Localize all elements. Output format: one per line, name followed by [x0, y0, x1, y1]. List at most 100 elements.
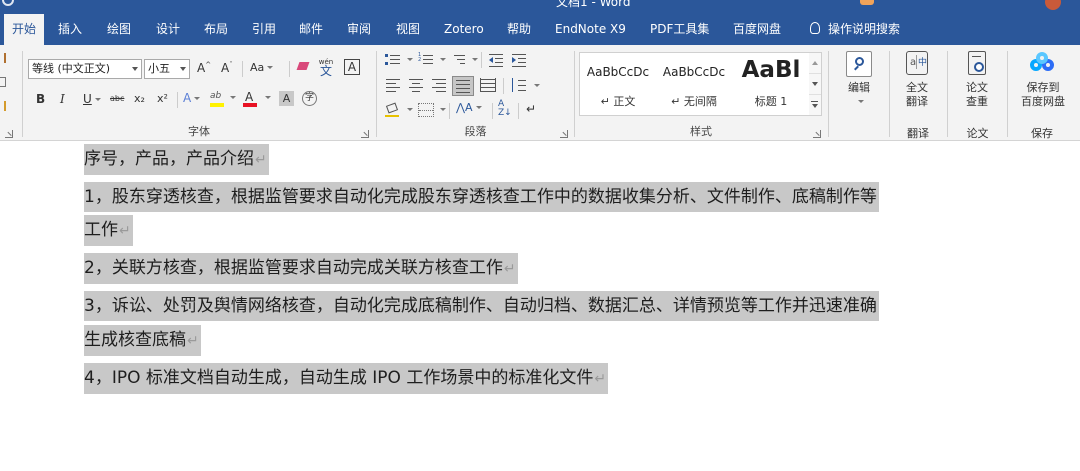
bullets-icon[interactable]: [385, 53, 401, 67]
tab-home[interactable]: 开始: [4, 14, 45, 45]
increase-indent-icon[interactable]: [511, 53, 527, 67]
cut-icon[interactable]: [0, 53, 6, 63]
paper-check-icon: [964, 51, 990, 77]
editing-button[interactable]: 编辑: [830, 49, 888, 109]
chinese-layout-button[interactable]: ⋀A: [456, 101, 482, 114]
justify-icon[interactable]: [452, 76, 474, 96]
shading-icon[interactable]: [385, 102, 401, 117]
notification-icon[interactable]: [860, 0, 874, 5]
font-name-combo[interactable]: 等线 (中文正文): [28, 59, 142, 79]
sort-button[interactable]: A Z↓: [498, 100, 512, 118]
distributed-icon[interactable]: [480, 78, 496, 92]
save-to-baidu-button[interactable]: 保存到 百度网盘: [1010, 49, 1076, 109]
borders-icon[interactable]: [418, 103, 434, 117]
text-effects-icon: A: [183, 91, 192, 105]
italic-button[interactable]: I: [60, 92, 65, 106]
line-spacing-icon[interactable]: [511, 78, 527, 92]
bold-button[interactable]: B: [36, 92, 45, 106]
chevron-down-icon[interactable]: [407, 58, 413, 61]
styles-dialog-launcher-icon[interactable]: [813, 130, 821, 138]
font-color-button[interactable]: A: [243, 90, 271, 108]
grow-font-button[interactable]: A^: [197, 61, 211, 75]
align-left-icon[interactable]: [385, 78, 401, 92]
clear-formatting-button[interactable]: [296, 60, 310, 74]
tab-pdf-tools[interactable]: PDF工具集: [650, 14, 709, 45]
align-center-icon[interactable]: [408, 78, 424, 92]
underline-button[interactable]: U: [83, 92, 101, 106]
tab-references[interactable]: 引用: [252, 14, 276, 45]
avatar[interactable]: [1045, 0, 1061, 10]
align-right-icon[interactable]: [431, 78, 447, 92]
font-group-label: 字体: [188, 125, 210, 138]
divider: [289, 61, 290, 77]
show-marks-button[interactable]: ↵: [526, 102, 536, 116]
chevron-down-icon[interactable]: [440, 108, 446, 111]
chevron-down-icon[interactable]: [472, 58, 478, 61]
superscript-button[interactable]: x²: [157, 92, 168, 105]
tell-me-search[interactable]: 操作说明搜索: [810, 14, 900, 45]
tab-endnote[interactable]: EndNote X9: [555, 14, 626, 45]
paragraph-dialog-launcher-icon[interactable]: [560, 130, 568, 138]
format-painter-icon[interactable]: [0, 101, 6, 111]
full-translate-button[interactable]: a 中 全文 翻译: [886, 49, 948, 109]
divider: [449, 103, 450, 119]
document-line[interactable]: 1，股东穿透核查，根据监管要求自动化完成股东穿透核查工作中的数据收集分析、文件制…: [84, 182, 879, 212]
paragraph-mark-icon: ↵: [119, 223, 131, 239]
chevron-down-icon: [857, 100, 864, 103]
document-line[interactable]: 3，诉讼、处罚及舆情网络核查，自动化完成底稿制作、自动归档、数据汇总、详情预览等…: [84, 291, 879, 321]
tab-view[interactable]: 视图: [396, 14, 420, 45]
document-line[interactable]: 2，关联方核查，根据监管要求自动完成关联方核查工作↵: [84, 253, 518, 284]
character-shading-button[interactable]: A: [279, 91, 294, 106]
tab-draw[interactable]: 绘图: [107, 14, 131, 45]
translate-group-label: 翻译: [907, 127, 929, 140]
chevron-down-icon[interactable]: [407, 108, 413, 111]
save-baidu-label: 保存到 百度网盘: [1021, 81, 1065, 108]
document-line[interactable]: 4，IPO 标准文档自动生成，自动生成 IPO 工作场景中的标准化文件↵: [84, 363, 609, 394]
line-text: 1，股东穿透核查，根据监管要求自动化完成股东穿透核查工作中的数据收集分析、文件制…: [84, 187, 877, 207]
group-divider: [828, 51, 829, 137]
shrink-font-button[interactable]: Aˇ: [221, 61, 233, 75]
ribbon-tab-bar: 开始 插入 绘图 设计 布局 引用 邮件 审阅 视图 Zotero 帮助 End…: [0, 14, 1080, 45]
tab-mailings[interactable]: 邮件: [299, 14, 323, 45]
document-line[interactable]: 序号，产品，产品介绍↵: [84, 144, 269, 175]
character-border-button[interactable]: A: [344, 59, 360, 75]
clipboard-group: [0, 45, 22, 141]
change-case-button[interactable]: Aa: [250, 61, 274, 74]
translate-label: 全文 翻译: [906, 81, 928, 108]
tab-layout[interactable]: 布局: [204, 14, 228, 45]
highlight-swatch: [210, 103, 224, 107]
divider: [518, 103, 519, 119]
paper-check-button[interactable]: 论文 查重: [947, 49, 1007, 109]
tab-insert[interactable]: 插入: [58, 14, 82, 45]
lightbulb-icon: [810, 22, 820, 34]
tab-review[interactable]: 审阅: [347, 14, 371, 45]
document-line[interactable]: 生成核查底稿↵: [84, 325, 201, 356]
eraser-icon: [296, 62, 310, 70]
tab-help[interactable]: 帮助: [507, 14, 531, 45]
autosave-icon[interactable]: [2, 0, 14, 6]
strikethrough-button[interactable]: abc: [110, 94, 124, 103]
subscript-button[interactable]: x₂: [134, 92, 145, 105]
multilevel-list-icon[interactable]: [450, 53, 466, 67]
chevron-down-icon[interactable]: [534, 84, 540, 87]
title-bar: 文档1 - Word: [0, 0, 1080, 14]
shrink-font-icon: A: [221, 61, 230, 75]
copy-icon[interactable]: [0, 77, 6, 87]
highlight-color-button[interactable]: ab: [210, 90, 236, 108]
enclose-characters-button[interactable]: 字: [302, 91, 317, 106]
decrease-indent-icon[interactable]: [488, 53, 504, 67]
phonetic-guide-button[interactable]: wén 文: [317, 58, 335, 77]
font-color-swatch: [243, 103, 257, 107]
tab-design[interactable]: 设计: [156, 14, 180, 45]
document-canvas[interactable]: 序号，产品，产品介绍↵ 1，股东穿透核查，根据监管要求自动化完成股东穿透核查工作…: [0, 141, 1080, 471]
chevron-down-icon[interactable]: [440, 58, 446, 61]
chevron-down-icon: [180, 67, 186, 71]
tab-baidu-netdisk[interactable]: 百度网盘: [733, 14, 781, 45]
clipboard-launcher-icon[interactable]: [5, 130, 13, 138]
document-line[interactable]: 工作↵: [84, 215, 133, 246]
font-dialog-launcher-icon[interactable]: [361, 130, 369, 138]
text-effects-button[interactable]: A: [183, 91, 201, 105]
font-size-combo[interactable]: 小五: [144, 59, 190, 79]
numbering-icon[interactable]: 12: [418, 53, 434, 67]
tab-zotero[interactable]: Zotero: [444, 14, 484, 45]
